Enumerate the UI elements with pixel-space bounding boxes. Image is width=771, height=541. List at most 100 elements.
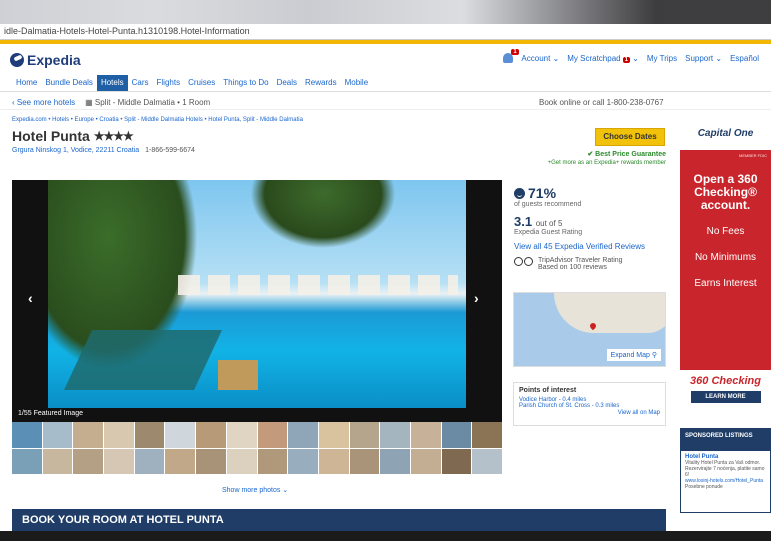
support-menu[interactable]: Support ⌄	[685, 54, 722, 63]
rewards-link[interactable]: +Get more as an Expedia+ rewards member	[500, 160, 666, 166]
lounger	[64, 330, 222, 390]
thumbnail[interactable]	[165, 422, 196, 448]
thumbnail[interactable]	[288, 422, 318, 448]
ad-footer: 360 Checking LEARN MORE	[680, 370, 771, 422]
recommend-score: 71%	[514, 185, 670, 201]
location-icon: ⚲	[651, 352, 657, 359]
expedia-logo[interactable]: Expedia	[10, 52, 81, 68]
nav-mobile[interactable]: Mobile	[341, 75, 373, 91]
thumbnail[interactable]	[257, 422, 288, 448]
nav-cruises[interactable]: Cruises	[184, 75, 219, 91]
thumbnail[interactable]	[472, 448, 502, 474]
see-more-hotels-link[interactable]: ‹ See more hotels	[12, 98, 75, 107]
thumbnail[interactable]	[441, 448, 472, 474]
thumbnail[interactable]	[42, 448, 73, 474]
account-menu[interactable]: Account ⌄	[521, 54, 559, 63]
thumbnail[interactable]	[134, 422, 165, 448]
best-price-guarantee[interactable]: ✔ Best Price Guarantee	[560, 150, 666, 158]
thumbnail[interactable]	[104, 448, 134, 474]
poi-item[interactable]: Parish Church of St. Cross - 0.3 miles	[519, 403, 660, 409]
thumbnail[interactable]	[226, 422, 257, 448]
thumbnail[interactable]	[410, 422, 441, 448]
featured-photo[interactable]	[48, 180, 466, 408]
address-bar[interactable]: idle-Dalmatia-Hotels-Hotel-Punta.h131019…	[0, 24, 771, 40]
tripadvisor-rating[interactable]: TripAdvisor Traveler Rating Based on 100…	[514, 257, 670, 271]
search-summary[interactable]: ▦ Split - Middle Dalmatia • 1 Room	[85, 98, 210, 107]
thumbnail[interactable]	[12, 422, 42, 448]
recommend-percent: 71%	[528, 185, 557, 201]
nav-rewards[interactable]: Rewards	[301, 75, 341, 91]
sponsored-listings: SPONSORED LISTINGS Hotel Punta Vitality …	[680, 428, 771, 513]
sponsored-item[interactable]: Hotel Punta Vitality Hotel Punta za Vaš …	[681, 451, 770, 493]
thumbnail[interactable]	[73, 422, 104, 448]
taskbar	[0, 531, 771, 541]
my-trips-link[interactable]: My Trips	[647, 54, 677, 63]
thumbnail[interactable]	[226, 448, 257, 474]
thumbnail[interactable]	[441, 422, 472, 448]
nav-cars[interactable]: Cars	[128, 75, 153, 91]
show-more-photos-link[interactable]: Show more photos ⌄	[222, 486, 288, 494]
tripadvisor-owl-icon	[514, 257, 534, 267]
star-rating: ★★★★	[93, 129, 134, 143]
rating-label: Expedia Guest Rating	[514, 229, 583, 236]
umbrellas	[178, 275, 458, 295]
nav-home[interactable]: Home	[12, 75, 41, 91]
thumbnail[interactable]	[134, 448, 165, 474]
prev-photo-icon[interactable]: ‹	[28, 290, 33, 306]
expand-map-button[interactable]: Expand Map ⚲	[606, 349, 661, 361]
search-summary-text: Split - Middle Dalmatia • 1 Room	[94, 98, 211, 107]
thumbnail[interactable]	[42, 422, 73, 448]
thumbnail[interactable]	[73, 448, 104, 474]
photo-caption: 1/55 Featured Image	[18, 410, 83, 417]
thumbnail[interactable]	[257, 448, 288, 474]
nav-bundle-deals[interactable]: Bundle Deals	[41, 75, 97, 91]
thumbnail[interactable]	[380, 422, 410, 448]
hotel-name: Hotel Punta	[12, 128, 90, 144]
thumbnail[interactable]	[196, 422, 226, 448]
sponsored-description: Vitality Hotel Punta za Vaš odmor. Rezer…	[685, 460, 765, 478]
thumbnail[interactable]	[288, 448, 318, 474]
ad-headline: Open a 360 Checking® account.	[693, 172, 758, 212]
next-photo-icon[interactable]: ›	[474, 290, 479, 306]
thumbnail[interactable]	[318, 422, 349, 448]
main-nav: Home Bundle Deals Hotels Cars Flights Cr…	[0, 74, 771, 92]
thumbnail[interactable]	[349, 422, 380, 448]
view-all-on-map-link[interactable]: View all on Map	[519, 410, 660, 416]
thumbnail[interactable]	[12, 448, 42, 474]
rating-score: 3.1	[514, 214, 533, 229]
scratchpad-link[interactable]: My Scratchpad 1 ⌄	[567, 54, 639, 63]
nav-hotels[interactable]: Hotels	[96, 74, 128, 91]
breadcrumb[interactable]: Expedia.com • Hotels • Europe • Croatia …	[12, 117, 303, 123]
side-table	[218, 360, 258, 390]
thumbnail[interactable]	[472, 422, 502, 448]
learn-more-button[interactable]: LEARN MORE	[690, 391, 761, 403]
choose-dates-button[interactable]: Choose Dates	[595, 128, 665, 146]
brand-name: Expedia	[27, 52, 81, 68]
account-links: 1 Account ⌄ My Scratchpad 1 ⌄ My Trips Su…	[503, 49, 759, 63]
language-link[interactable]: Español	[730, 54, 759, 63]
view-reviews-link[interactable]: View all 45 Expedia Verified Reviews	[514, 242, 670, 251]
bell-icon[interactable]: 1	[503, 49, 519, 63]
thumbnail[interactable]	[165, 448, 196, 474]
ad-feature-minimums: No Minimums	[694, 252, 757, 263]
location-map[interactable]: Expand Map ⚲	[513, 292, 666, 367]
nav-flights[interactable]: Flights	[153, 75, 185, 91]
address-link[interactable]: Grgura Ninskog 1, Vodice, 22211 Croatia	[12, 147, 139, 154]
capital-one-ad[interactable]: Capital One MEMBER FDIC Open a 360 Check…	[680, 120, 771, 422]
book-room-header: BOOK YOUR ROOM AT HOTEL PUNTA	[12, 509, 666, 531]
search-summary-bar: ‹ See more hotels ▦ Split - Middle Dalma…	[0, 96, 771, 110]
thumbnail[interactable]	[196, 448, 226, 474]
nav-deals[interactable]: Deals	[273, 75, 301, 91]
thumbnail[interactable]	[380, 448, 410, 474]
recommend-label: of guests recommend	[514, 201, 582, 208]
thumbnail[interactable]	[349, 448, 380, 474]
ad-feature-interest: Earns Interest	[694, 278, 757, 289]
tripadvisor-label: TripAdvisor Traveler Rating	[538, 257, 623, 264]
thumbnail[interactable]	[410, 448, 441, 474]
nav-things-to-do[interactable]: Things to Do	[219, 75, 272, 91]
thumbnail-strip	[12, 422, 502, 474]
thumbnail[interactable]	[104, 422, 134, 448]
thumbnail[interactable]	[318, 448, 349, 474]
scratchpad-badge: 1	[622, 56, 630, 63]
photo-gallery: ‹ › 1/55 Featured Image	[12, 180, 502, 422]
